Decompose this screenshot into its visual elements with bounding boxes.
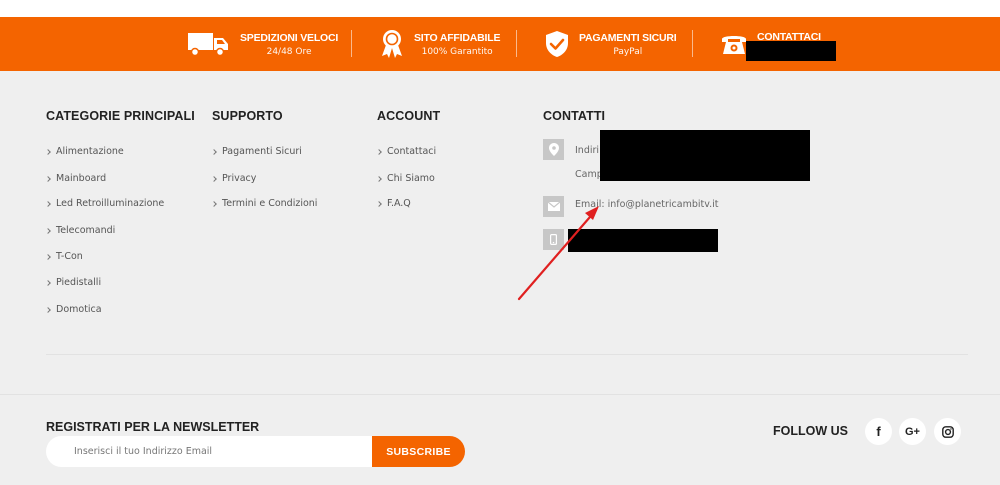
chevron-right-icon — [45, 253, 51, 260]
instagram-icon — [941, 425, 954, 438]
feature-subtitle: PayPal — [613, 46, 643, 57]
truck-icon — [188, 33, 228, 57]
feature-title: PAGAMENTI SICURI — [579, 31, 677, 44]
award-ribbon-icon — [382, 30, 402, 58]
feature-title: SITO AFFIDABILE — [414, 31, 501, 44]
footer-link-tcon[interactable]: T-Con — [45, 251, 83, 262]
feature-reliable: SITO AFFIDABILE 100% Garantito — [380, 17, 500, 71]
chevron-right-icon — [45, 148, 51, 155]
location-pin-icon — [548, 143, 559, 156]
chevron-right-icon — [45, 200, 51, 207]
google-plus-button[interactable]: G+ — [899, 418, 926, 445]
annotation-arrow-icon — [517, 206, 599, 301]
subscribe-button[interactable]: SUBSCRIBE — [372, 436, 465, 467]
feature-divider — [516, 30, 517, 57]
shield-check-icon — [546, 31, 568, 57]
instagram-button[interactable] — [934, 418, 961, 445]
chevron-right-icon — [45, 227, 51, 234]
facebook-icon: f — [876, 424, 881, 439]
feature-subtitle: 24/48 Ore — [266, 46, 312, 57]
features-bar: SPEDIZIONI VELOCI 24/48 Ore SITO AFFIDAB… — [0, 17, 1000, 71]
follow-us-title: FOLLOW US — [773, 424, 848, 438]
chevron-right-icon — [45, 306, 51, 313]
feature-title: SPEDIZIONI VELOCI — [240, 31, 339, 44]
footer-link-piedistalli[interactable]: Piedistalli — [45, 277, 101, 288]
chevron-right-icon — [45, 175, 51, 182]
footer-link-alimentazione[interactable]: Alimentazione — [45, 146, 124, 157]
footer-link-telecomandi[interactable]: Telecomandi — [45, 225, 115, 236]
footer-link-chi-siamo[interactable]: Chi Siamo — [376, 173, 435, 184]
top-white-strip — [0, 0, 1000, 17]
contact-address-line2: Camp — [575, 169, 603, 180]
facebook-button[interactable]: f — [865, 418, 892, 445]
footer-link-domotica[interactable]: Domotica — [45, 304, 102, 315]
footer-link-led[interactable]: Led Retroilluminazione — [45, 198, 164, 209]
chevron-right-icon — [376, 175, 382, 182]
column-title-support: SUPPORTO — [212, 109, 283, 123]
footer-divider — [46, 354, 968, 355]
newsletter-email-input[interactable] — [46, 436, 376, 467]
contact-address-line1: Indiri — [575, 145, 600, 156]
column-title-categories: CATEGORIE PRINCIPALI — [46, 109, 195, 123]
chevron-right-icon — [376, 200, 382, 207]
feature-shipping: SPEDIZIONI VELOCI 24/48 Ore — [187, 17, 338, 71]
footer-link-contattaci[interactable]: Contattaci — [376, 146, 436, 157]
footer-link-pagamenti[interactable]: Pagamenti Sicuri — [211, 146, 302, 157]
feature-subtitle: 100% Garantito — [421, 46, 493, 57]
footer-link-faq[interactable]: F.A.Q — [376, 198, 411, 209]
footer-link-termini[interactable]: Termini e Condizioni — [211, 198, 317, 209]
footer-divider-full — [0, 394, 1000, 395]
redacted-address — [600, 130, 810, 181]
google-plus-icon: G+ — [905, 425, 920, 438]
chevron-right-icon — [211, 148, 217, 155]
contact-address-box — [543, 139, 564, 160]
chevron-right-icon — [45, 279, 51, 286]
footer-link-mainboard[interactable]: Mainboard — [45, 173, 106, 184]
newsletter-title: REGISTRATI PER LA NEWSLETTER — [46, 420, 260, 434]
column-title-account: ACCOUNT — [377, 109, 441, 123]
column-title-contacts: CONTATTI — [543, 109, 606, 123]
feature-payments: PAGAMENTI SICURI PayPal — [545, 17, 677, 71]
chevron-right-icon — [211, 175, 217, 182]
feature-divider — [351, 30, 352, 57]
chevron-right-icon — [376, 148, 382, 155]
footer-link-privacy[interactable]: Privacy — [211, 173, 256, 184]
telephone-icon — [722, 36, 746, 54]
redacted-phone — [746, 41, 836, 61]
chevron-right-icon — [211, 200, 217, 207]
feature-divider — [692, 30, 693, 57]
